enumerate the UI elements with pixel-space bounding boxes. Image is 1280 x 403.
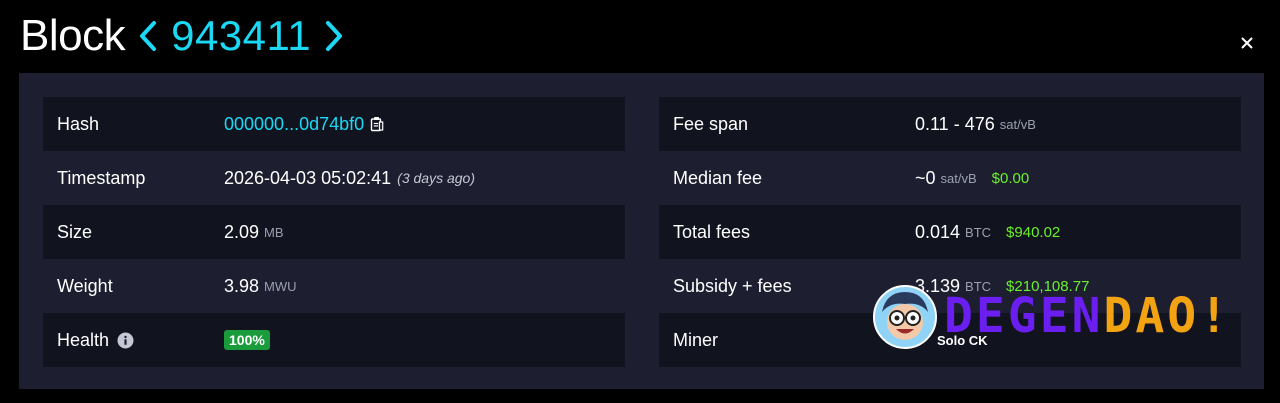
miner-name[interactable]: Solo CK (937, 333, 988, 348)
block-header: Block 943411 (20, 10, 345, 62)
total-fees-fiat: $940.02 (1006, 223, 1061, 241)
median-fee-row: Median fee ~0 sat/vB $0.00 (659, 151, 1241, 205)
page-title: Block (20, 11, 126, 60)
block-hash-link[interactable]: 000000...0d74bf0 (224, 114, 364, 135)
block-details-right-table: Fee span 0.11 - 476 sat/vB Median fee ~0… (659, 97, 1241, 367)
block-details-left-table: Hash 000000...0d74bf0 Timestamp 2026-04-… (43, 97, 625, 367)
hash-row: Hash 000000...0d74bf0 (43, 97, 625, 151)
health-label: Health (57, 329, 110, 350)
total-fees-row: Total fees 0.014 BTC $940.02 (659, 205, 1241, 259)
close-button[interactable] (1238, 34, 1256, 52)
median-fee-value: ~0 sat/vB $0.00 (915, 168, 1029, 189)
median-fee-number: ~0 (915, 167, 936, 188)
previous-block-button[interactable] (137, 14, 159, 58)
median-fee-fiat: $0.00 (991, 169, 1030, 187)
median-fee-unit: sat/vB (940, 170, 977, 186)
subsidy-fees-number: 3.139 (915, 275, 961, 296)
info-icon[interactable] (117, 332, 134, 349)
fee-span-row: Fee span 0.11 - 476 sat/vB (659, 97, 1241, 151)
block-details-panel: Hash 000000...0d74bf0 Timestamp 2026-04-… (19, 73, 1264, 389)
timestamp-label: Timestamp (57, 167, 146, 188)
chevron-right-icon (326, 21, 343, 51)
chevron-left-icon (140, 21, 157, 51)
subsidy-fees-row: Subsidy + fees 3.139 BTC $210,108.77 (659, 259, 1241, 313)
fee-span-label: Fee span (673, 113, 749, 134)
weight-unit: MWU (264, 278, 297, 294)
size-row: Size 2.09 MB (43, 205, 625, 259)
health-badge: 100% (224, 330, 270, 350)
fee-span-unit: sat/vB (999, 116, 1036, 132)
hash-label: Hash (57, 113, 100, 134)
next-block-button[interactable] (323, 14, 345, 58)
hash-value: 000000...0d74bf0 (224, 114, 384, 135)
block-number: 943411 (171, 12, 312, 59)
fee-span-number: 0.11 - 476 (915, 113, 995, 134)
miner-row: Miner Solo CK (659, 313, 1241, 367)
size-value: 2.09 MB (224, 222, 284, 243)
timestamp-text: 2026-04-03 05:02:41 (224, 167, 392, 188)
total-fees-value: 0.014 BTC $940.02 (915, 222, 1060, 243)
weight-label: Weight (57, 275, 113, 296)
subsidy-fees-unit: BTC (965, 278, 992, 294)
timestamp-relative: (3 days ago) (397, 170, 475, 186)
health-value: 100% (224, 330, 270, 350)
timestamp-row: Timestamp 2026-04-03 05:02:41 (3 days ag… (43, 151, 625, 205)
health-row: Health 100% (43, 313, 625, 367)
subsidy-fees-fiat: $210,108.77 (1006, 277, 1090, 295)
size-number: 2.09 (224, 221, 260, 242)
copy-icon[interactable] (370, 116, 384, 132)
median-fee-label: Median fee (673, 167, 763, 188)
timestamp-value: 2026-04-03 05:02:41 (3 days ago) (224, 168, 475, 189)
weight-row: Weight 3.98 MWU (43, 259, 625, 313)
weight-number: 3.98 (224, 275, 260, 296)
size-unit: MB (264, 224, 284, 240)
fee-span-value: 0.11 - 476 sat/vB (915, 114, 1036, 135)
subsidy-fees-label: Subsidy + fees (673, 275, 792, 296)
weight-value: 3.98 MWU (224, 276, 297, 297)
miner-label: Miner (673, 329, 719, 350)
subsidy-fees-value: 3.139 BTC $210,108.77 (915, 276, 1089, 297)
total-fees-label: Total fees (673, 221, 751, 242)
close-icon (1241, 37, 1253, 49)
total-fees-unit: BTC (965, 224, 992, 240)
health-label-group: Health (57, 330, 134, 351)
size-label: Size (57, 221, 93, 242)
total-fees-number: 0.014 (915, 221, 961, 242)
